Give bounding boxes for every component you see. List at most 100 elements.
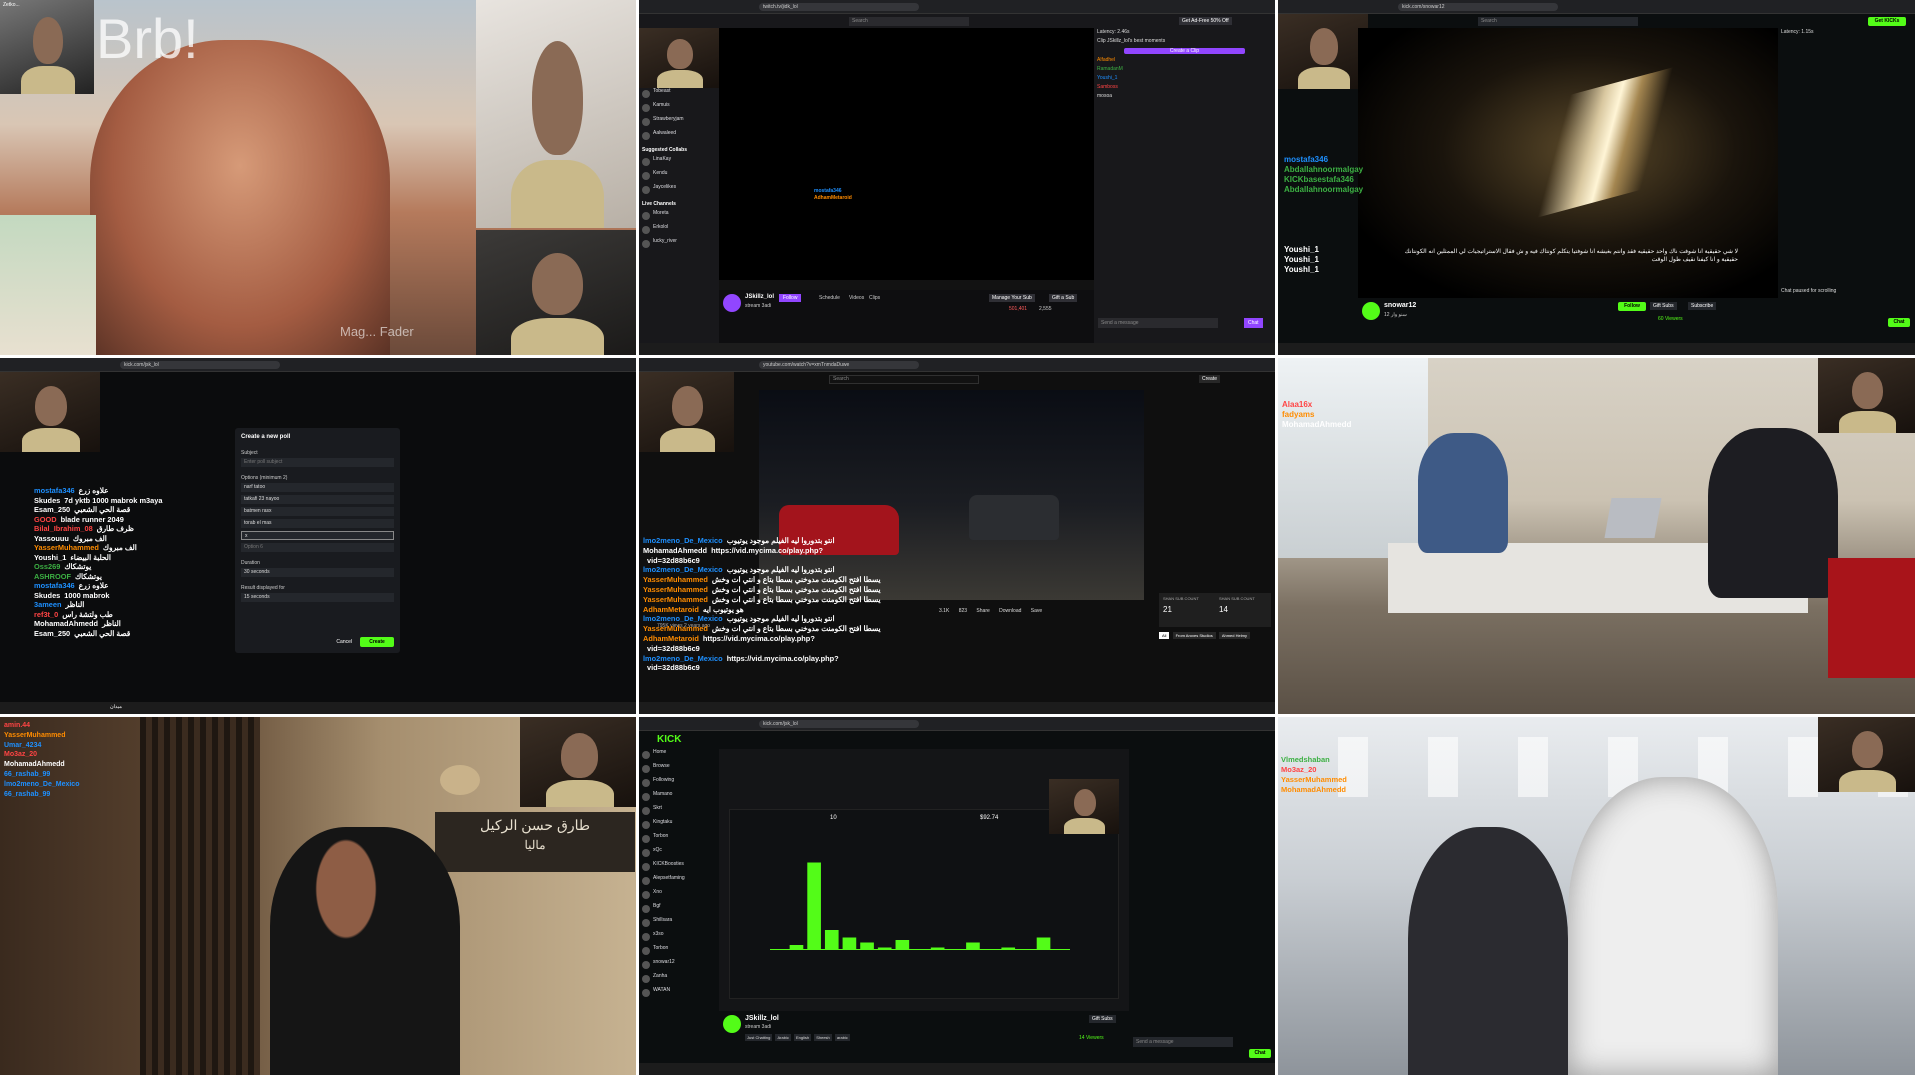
poll-option-input[interactable]: batmen rasx: [241, 507, 394, 516]
manage-sub-button[interactable]: Manage Your Sub: [989, 294, 1035, 302]
chat-send-button[interactable]: Chat: [1888, 318, 1910, 327]
video-player[interactable]: لا شي حقيقية انا شوفت ناك واحد حقيقيه فق…: [1358, 28, 1778, 298]
video-player[interactable]: mostafa346 AdhamMetaroid: [719, 28, 1094, 290]
office-window-image: [1278, 358, 1428, 558]
recommended-item[interactable]: snowar12: [639, 959, 714, 973]
poll-option-input[interactable]: x: [241, 531, 394, 540]
chat-overlay: amin.44 YasserMuhammed Umar_4234 Mo3az_20 Mo…: [4, 721, 83, 799]
create-clip-button[interactable]: Create a Clip: [1124, 48, 1245, 54]
chat-input[interactable]: Send a message: [1133, 1037, 1233, 1047]
chat-message: MohamadAhmedd: [1282, 420, 1355, 430]
follow-button[interactable]: Follow: [779, 294, 802, 302]
kick-logo[interactable]: KICK: [657, 734, 681, 745]
subscribe-button[interactable]: Subscribe: [1688, 302, 1717, 310]
nav-following[interactable]: Following: [639, 777, 714, 791]
save-button[interactable]: Save: [1031, 608, 1042, 614]
following-item[interactable]: Mamano: [639, 791, 714, 805]
gift-sub-button[interactable]: Gift a Sub: [1049, 294, 1078, 302]
nav-home[interactable]: Home: [639, 749, 714, 763]
result-duration-select[interactable]: 15 seconds: [241, 593, 394, 602]
tag[interactable]: English: [793, 1034, 812, 1041]
get-kicks-button[interactable]: Get KICKs: [1868, 17, 1906, 26]
search-input[interactable]: Search: [829, 375, 979, 384]
streamer-name[interactable]: JSkillz_lol: [745, 1015, 779, 1022]
poll-option-input[interactable]: Option 6: [241, 543, 394, 552]
sidebar-item[interactable]: Erkolol: [639, 224, 719, 238]
recommended-item[interactable]: WATAN: [639, 987, 714, 1001]
sidebar-item[interactable]: Kamuis: [639, 102, 719, 116]
recommended-item[interactable]: Bgf: [639, 903, 714, 917]
subject-input[interactable]: Enter poll subject: [241, 458, 394, 467]
recommended-item[interactable]: Zanha: [639, 973, 714, 987]
chat-input[interactable]: Send a message: [1098, 318, 1218, 328]
video-player[interactable]: 10 $92.74: [719, 749, 1129, 1011]
chat-overlay: lmo2meno_De_Mexico انتو بتدوروا ليه الفيل…: [643, 536, 881, 673]
tab-videos[interactable]: Videos: [849, 295, 864, 301]
address-bar[interactable]: kick.com/snowar12: [1398, 3, 1558, 11]
gift-subs-button[interactable]: Gift Subs: [1650, 302, 1677, 310]
address-bar[interactable]: youtube.com/watch?v=xmTnmdaDuwe: [759, 361, 919, 369]
chat-message: MohamadAhmedd الناظر: [34, 619, 162, 629]
chat-send-button[interactable]: Chat: [1244, 318, 1263, 328]
player-controls-bar[interactable]: [719, 280, 1094, 290]
address-bar[interactable]: twitch.tv/jidk_lol: [759, 3, 919, 11]
share-button[interactable]: Share: [976, 608, 989, 614]
duration-select[interactable]: 30 seconds: [241, 568, 394, 577]
stream-info-bar: JSkillz_lol stream 3adi Follow Schedule …: [719, 290, 1094, 332]
sidebar-item[interactable]: Aalwaleed: [639, 130, 719, 144]
tile-brb-screen: Zetko... Brb! Mag... Fader: [0, 0, 636, 355]
like-count[interactable]: 3.1K: [939, 608, 949, 614]
chat-message: Vlmedshaban: [1281, 755, 1351, 765]
cancel-button[interactable]: Cancel: [332, 637, 356, 647]
chip-all[interactable]: All: [1159, 632, 1170, 639]
address-bar[interactable]: kick.com/jsk_lol: [120, 361, 280, 369]
dislike-count[interactable]: 823: [959, 608, 967, 614]
following-item[interactable]: xQc: [639, 847, 714, 861]
streamer-name[interactable]: JSkillz_lol: [745, 294, 774, 300]
poll-option-input[interactable]: torab el mas: [241, 519, 394, 528]
chip[interactable]: Ahmed Helmy: [1218, 632, 1250, 639]
search-input[interactable]: Search: [849, 17, 969, 26]
sign-subtext: ماليا: [524, 838, 546, 852]
recommended-item[interactable]: x3so: [639, 931, 714, 945]
tag[interactable]: arabic: [834, 1034, 850, 1041]
poll-option-input[interactable]: tatkafi 23 nayoo: [241, 495, 394, 504]
follow-button[interactable]: Follow: [1618, 302, 1646, 311]
ad-free-button[interactable]: Get Ad-Free 50% Off: [1179, 17, 1232, 25]
sidebar-item[interactable]: Moreta: [639, 210, 719, 224]
sidebar-item[interactable]: Tobeast: [639, 88, 719, 102]
recommended-item[interactable]: Xno: [639, 889, 714, 903]
following-item[interactable]: Torbon: [639, 833, 714, 847]
streamer-name[interactable]: snowar12: [1384, 302, 1416, 309]
sidebar-item[interactable]: Strawberyjam: [639, 116, 719, 130]
create-button[interactable]: Create: [1199, 375, 1221, 383]
address-bar[interactable]: kick.com/jsk_lol: [759, 720, 919, 728]
sidebar-item[interactable]: lucky_river: [639, 238, 719, 252]
sidebar-item[interactable]: Kendu: [639, 170, 719, 184]
tab-clips[interactable]: Clips: [869, 295, 880, 301]
recommended-item[interactable]: Alepsetfaming: [639, 875, 714, 889]
poll-option-input[interactable]: narf tatoo: [241, 483, 394, 492]
tile-twitch-stream: twitch.tv/jidk_lol Search Get Ad-Free 50…: [639, 0, 1275, 355]
tag[interactable]: Arabic: [775, 1034, 791, 1041]
man-seated-right: [1708, 428, 1838, 598]
following-item[interactable]: Skrt: [639, 805, 714, 819]
sidebar-item[interactable]: LinaKay: [639, 156, 719, 170]
following-item[interactable]: Kingtaku: [639, 819, 714, 833]
chat-text: علاوه زرع: [78, 486, 109, 495]
create-poll-modal: Create a new poll Subject Enter poll sub…: [235, 428, 400, 653]
chip[interactable]: From Aroxes Studios: [1172, 632, 1216, 639]
sidebar-item[interactable]: Jaycelikes: [639, 184, 719, 198]
recommended-item[interactable]: KICKBoosties: [639, 861, 714, 875]
create-poll-button[interactable]: Create: [360, 637, 394, 647]
chat-send-button[interactable]: Chat: [1249, 1049, 1271, 1058]
tag[interactable]: Just Chatting: [745, 1034, 773, 1041]
tab-schedule[interactable]: Schedule: [819, 295, 840, 301]
tag[interactable]: Sheesh: [814, 1034, 832, 1041]
nav-browse[interactable]: Browse: [639, 763, 714, 777]
search-input[interactable]: Search: [1478, 17, 1638, 26]
gift-subs-button[interactable]: Gift Subs: [1089, 1015, 1116, 1023]
recommended-item[interactable]: Torbon: [639, 945, 714, 959]
download-button[interactable]: Download: [999, 608, 1021, 614]
recommended-item[interactable]: Shillsara: [639, 917, 714, 931]
